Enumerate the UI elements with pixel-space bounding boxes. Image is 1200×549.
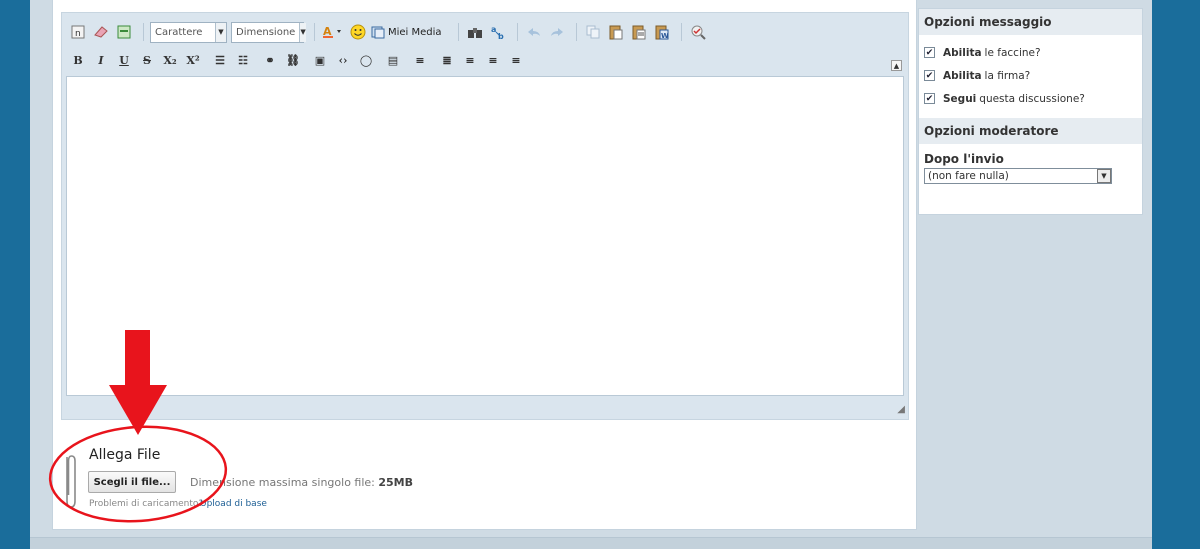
after-post-label: Dopo l'invio: [924, 152, 1004, 166]
svg-text:W: W: [661, 32, 669, 40]
toolbar-separator: [143, 23, 144, 41]
underline-button[interactable]: U: [114, 50, 134, 70]
find-icon[interactable]: [465, 22, 485, 42]
link-button[interactable]: ⚭: [260, 50, 280, 70]
attach-title: Allega File: [89, 447, 161, 463]
copy-icon[interactable]: [583, 22, 603, 42]
chevron-down-icon: ▼: [215, 22, 226, 42]
svg-text:a: a: [491, 25, 496, 34]
italic-button[interactable]: I: [91, 50, 111, 70]
enable-smilies-option[interactable]: ✔ Abilita le faccine?: [919, 41, 1142, 64]
font-size-select[interactable]: Dimensione ▼: [231, 21, 306, 43]
smiley-icon[interactable]: [348, 22, 368, 42]
font-family-select[interactable]: Carattere ▼: [150, 21, 227, 43]
message-textarea[interactable]: [66, 76, 904, 396]
undo-icon[interactable]: [524, 22, 544, 42]
after-post-select[interactable]: (non fare nulla) ▼: [924, 168, 1112, 184]
font-size-label: Dimensione: [236, 26, 296, 38]
resize-grip-icon[interactable]: ◢: [893, 404, 905, 416]
superscript-button[interactable]: X²: [183, 50, 203, 70]
svg-text:b: b: [498, 32, 504, 40]
indent-button[interactable]: ≣: [437, 50, 457, 70]
paperclip-icon: [66, 455, 76, 508]
after-post-value: (non fare nulla): [928, 170, 1009, 182]
smilies-checkbox[interactable]: ✔: [924, 47, 935, 58]
toolbar-collapse-button[interactable]: ▲: [891, 60, 902, 71]
media-icon: [371, 26, 385, 39]
toolbar-separator: [457, 23, 459, 41]
source-icon[interactable]: n: [68, 22, 88, 42]
spellcheck-icon[interactable]: [688, 22, 708, 42]
message-options-title: Opzioni messaggio: [919, 9, 1142, 35]
chevron-down-icon: ▼: [1097, 169, 1111, 183]
chevron-down-icon: ▼: [299, 22, 306, 42]
text-color-icon[interactable]: A: [321, 22, 345, 42]
signature-checkbox[interactable]: ✔: [924, 70, 935, 81]
follow-checkbox[interactable]: ✔: [924, 93, 935, 104]
options-sidebar: Opzioni messaggio ✔ Abilita le faccine? …: [918, 8, 1143, 215]
enable-signature-option[interactable]: ✔ Abilita la firma?: [919, 64, 1142, 87]
moderator-options-title: Opzioni moderatore: [919, 118, 1142, 144]
outdent-button[interactable]: ≡: [410, 50, 430, 70]
paste-word-icon[interactable]: W: [652, 22, 672, 42]
attach-files-section: Allega File Scegli il file... Dimensione…: [62, 445, 462, 525]
toolbar-separator: [516, 23, 518, 41]
option-label: le faccine?: [984, 46, 1041, 59]
subscript-button[interactable]: X₂: [160, 50, 180, 70]
quote-button[interactable]: ◯: [356, 50, 376, 70]
unlink-button[interactable]: ⛓: [283, 50, 303, 70]
paste-text-icon[interactable]: [629, 22, 649, 42]
align-right-button[interactable]: ≡: [506, 50, 526, 70]
follow-thread-option[interactable]: ✔ Segui questa discussione?: [919, 87, 1142, 110]
my-media-button[interactable]: Miei Media: [371, 25, 442, 39]
strike-button[interactable]: S: [137, 50, 157, 70]
basic-upload-link[interactable]: Upload di base: [200, 499, 267, 509]
numbered-list-button[interactable]: ☷: [233, 50, 253, 70]
toolbar-separator: [575, 23, 577, 41]
editor-toolbar-top: n Carattere ▼ Dimensione ▼ A Miei Media: [68, 19, 711, 45]
page-footer-strip: [30, 537, 1152, 549]
max-file-size-note: Dimensione massima singolo file: 25MB: [190, 476, 413, 489]
toolbar-separator: [314, 23, 315, 41]
redo-icon[interactable]: [547, 22, 567, 42]
option-bold-label: Abilita: [943, 69, 982, 82]
my-media-label: Miei Media: [388, 26, 442, 38]
option-bold-label: Abilita: [943, 46, 982, 59]
toolbar-separator: [680, 23, 682, 41]
template-icon[interactable]: [114, 22, 134, 42]
upload-problems-text: Problemi di caricamento?: [89, 499, 204, 509]
max-size-label: Dimensione massima singolo file:: [190, 476, 375, 489]
rich-text-editor: n Carattere ▼ Dimensione ▼ A Miei Media: [61, 12, 909, 420]
table-button[interactable]: ▤: [383, 50, 403, 70]
choose-file-button[interactable]: Scegli il file...: [88, 471, 176, 493]
editor-toolbar-format: B I U S X₂ X² ☰ ☷ ⚭ ⛓ ▣ ‹› ◯ ▤ ≡ ≣ ≡ ≡ ≡: [68, 47, 529, 73]
option-label: questa discussione?: [979, 92, 1085, 105]
align-left-button[interactable]: ≡: [460, 50, 480, 70]
max-size-value: 25MB: [378, 476, 414, 489]
code-button[interactable]: ‹›: [333, 50, 353, 70]
bullet-list-button[interactable]: ☰: [210, 50, 230, 70]
align-center-button[interactable]: ≡: [483, 50, 503, 70]
eraser-icon[interactable]: [91, 22, 111, 42]
font-family-label: Carattere: [155, 26, 203, 38]
replace-icon[interactable]: ab: [488, 22, 508, 42]
option-bold-label: Segui: [943, 92, 977, 105]
paste-icon[interactable]: [606, 22, 626, 42]
image-button[interactable]: ▣: [310, 50, 330, 70]
bold-button[interactable]: B: [68, 50, 88, 70]
svg-text:n: n: [75, 29, 81, 39]
option-label: la firma?: [984, 69, 1031, 82]
